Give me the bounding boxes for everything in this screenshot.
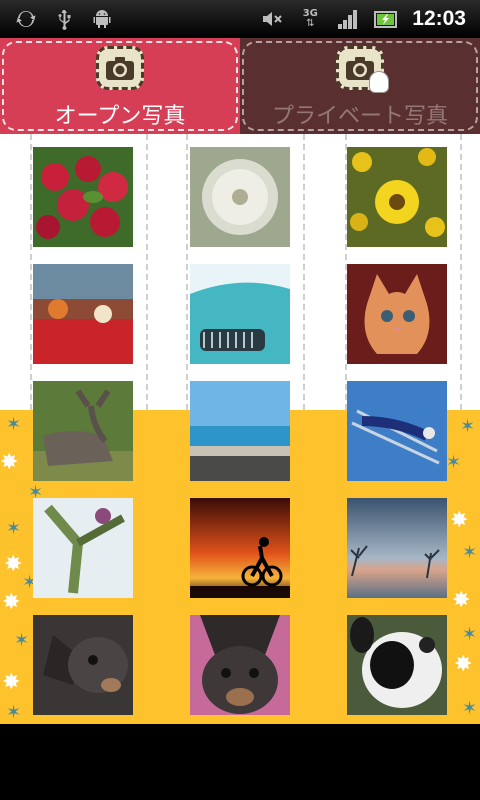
photo-dog-plush[interactable] <box>347 615 447 715</box>
photo-market-produce[interactable] <box>33 264 133 364</box>
private-camera-icon <box>336 46 389 93</box>
android-icon <box>90 7 114 31</box>
photo-snow-angel[interactable] <box>33 498 133 598</box>
network-3g-icon: 3G ⇅ <box>302 8 318 29</box>
photo-moose[interactable] <box>33 381 133 481</box>
tab-label: プライベート写真 <box>271 104 448 129</box>
battery-charging-icon <box>374 7 398 31</box>
photo-vintage-car[interactable] <box>190 264 290 364</box>
photo-dog-closeup-1[interactable] <box>33 615 133 715</box>
ghost-icon <box>369 71 389 93</box>
clock: 12:03 <box>412 7 466 30</box>
tab-private-photos[interactable]: プライベート写真 <box>240 38 480 134</box>
photo-gallery[interactable]: ✶ ✸ ✶ ✶ ✸ ✶ ✸ ✶ ✸ ✶ ✶ ✶ ✸ ✶ ✸ ✶ ✸ ✶ <box>0 134 480 724</box>
photo-apples[interactable] <box>33 147 133 247</box>
usb-icon <box>52 7 76 31</box>
bottom-area <box>0 724 480 800</box>
signal-icon <box>336 7 360 31</box>
photo-winter-field[interactable] <box>347 498 447 598</box>
mute-icon <box>260 7 284 31</box>
photo-cyclist-sunset[interactable] <box>190 498 290 598</box>
sync-icon <box>14 7 38 31</box>
photo-tabs: オープン写真 プライベート写真 <box>0 38 480 134</box>
photo-dog-closeup-2[interactable] <box>190 615 290 715</box>
photo-dandelion[interactable] <box>190 147 290 247</box>
photo-ski-jumper[interactable] <box>347 381 447 481</box>
photo-grid <box>0 134 480 724</box>
tab-open-photos[interactable]: オープン写真 <box>0 38 240 134</box>
tab-label: オープン写真 <box>54 104 186 129</box>
photo-kitten[interactable] <box>347 264 447 364</box>
status-bar: 3G ⇅ 12:03 <box>0 0 480 38</box>
photo-beach[interactable] <box>190 381 290 481</box>
camera-icon <box>96 46 144 90</box>
photo-sunflowers[interactable] <box>347 147 447 247</box>
